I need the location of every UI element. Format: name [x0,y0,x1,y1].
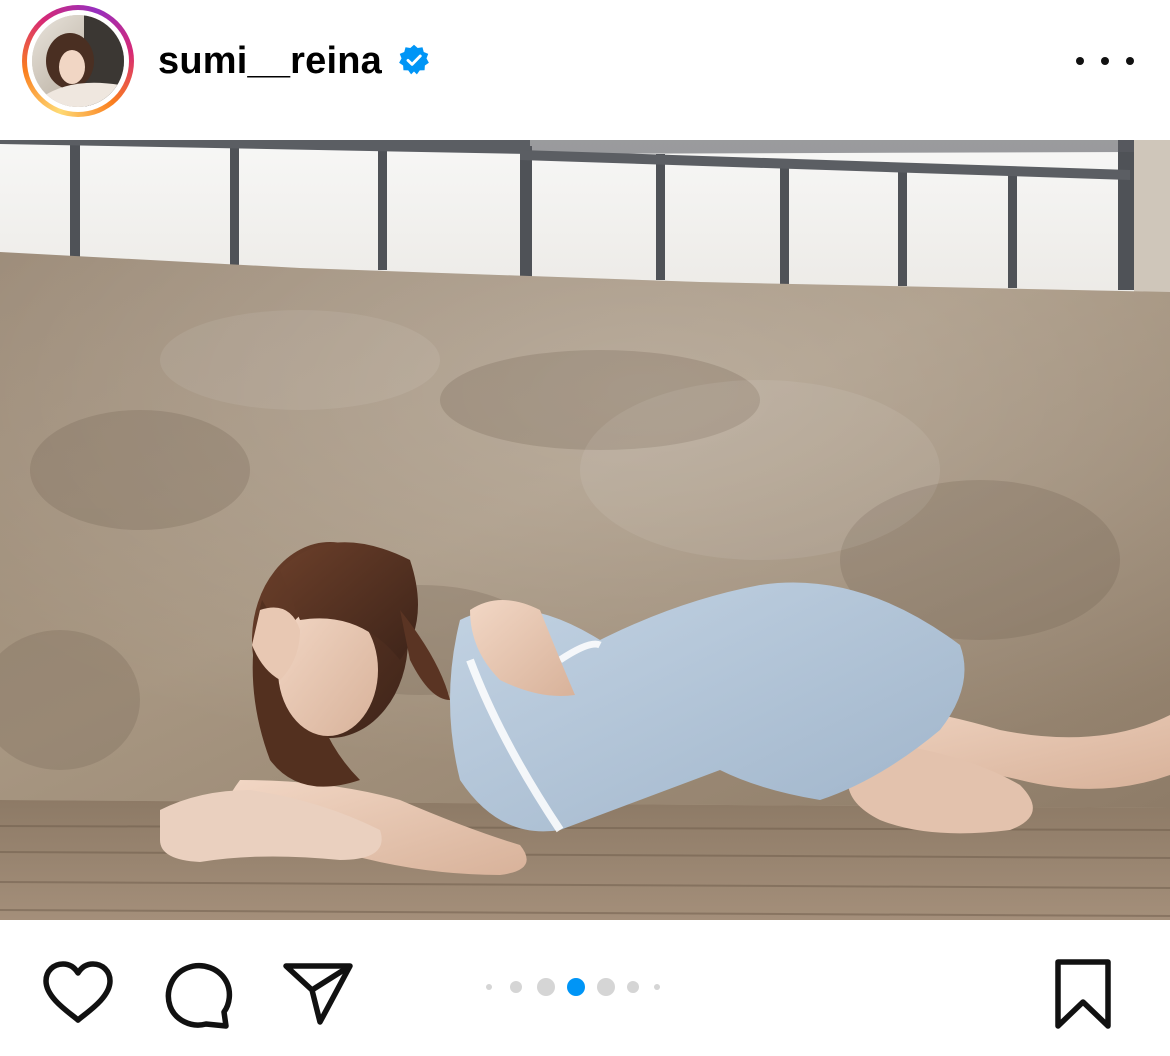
more-dot-3 [1126,57,1134,65]
carousel-dot [537,978,555,996]
more-dot-1 [1076,57,1084,65]
avatar-image [32,15,124,107]
carousel-dot-active [567,978,585,996]
bookmark-icon[interactable] [1052,958,1114,1030]
carousel-dot [486,984,492,990]
carousel-dot [654,984,660,990]
carousel-dot [510,981,522,993]
more-dot-2 [1101,57,1109,65]
carousel-dot [627,981,639,993]
avatar[interactable] [32,15,124,107]
username[interactable]: sumi__reina [158,38,382,84]
heart-icon[interactable] [40,960,116,1026]
more-options-button[interactable] [1076,44,1134,78]
post-image [0,140,1170,920]
carousel-indicator [486,976,660,998]
post-header: sumi__reina [0,0,1170,140]
paper-plane-icon[interactable] [282,960,354,1026]
post-actions-bar [0,920,1170,1056]
avatar-gap [27,10,129,112]
carousel-dot [597,978,615,996]
comment-bubble-icon[interactable] [162,960,234,1030]
post-photo[interactable] [0,140,1170,920]
story-ring[interactable] [22,5,134,117]
verified-badge-icon [399,44,429,75]
